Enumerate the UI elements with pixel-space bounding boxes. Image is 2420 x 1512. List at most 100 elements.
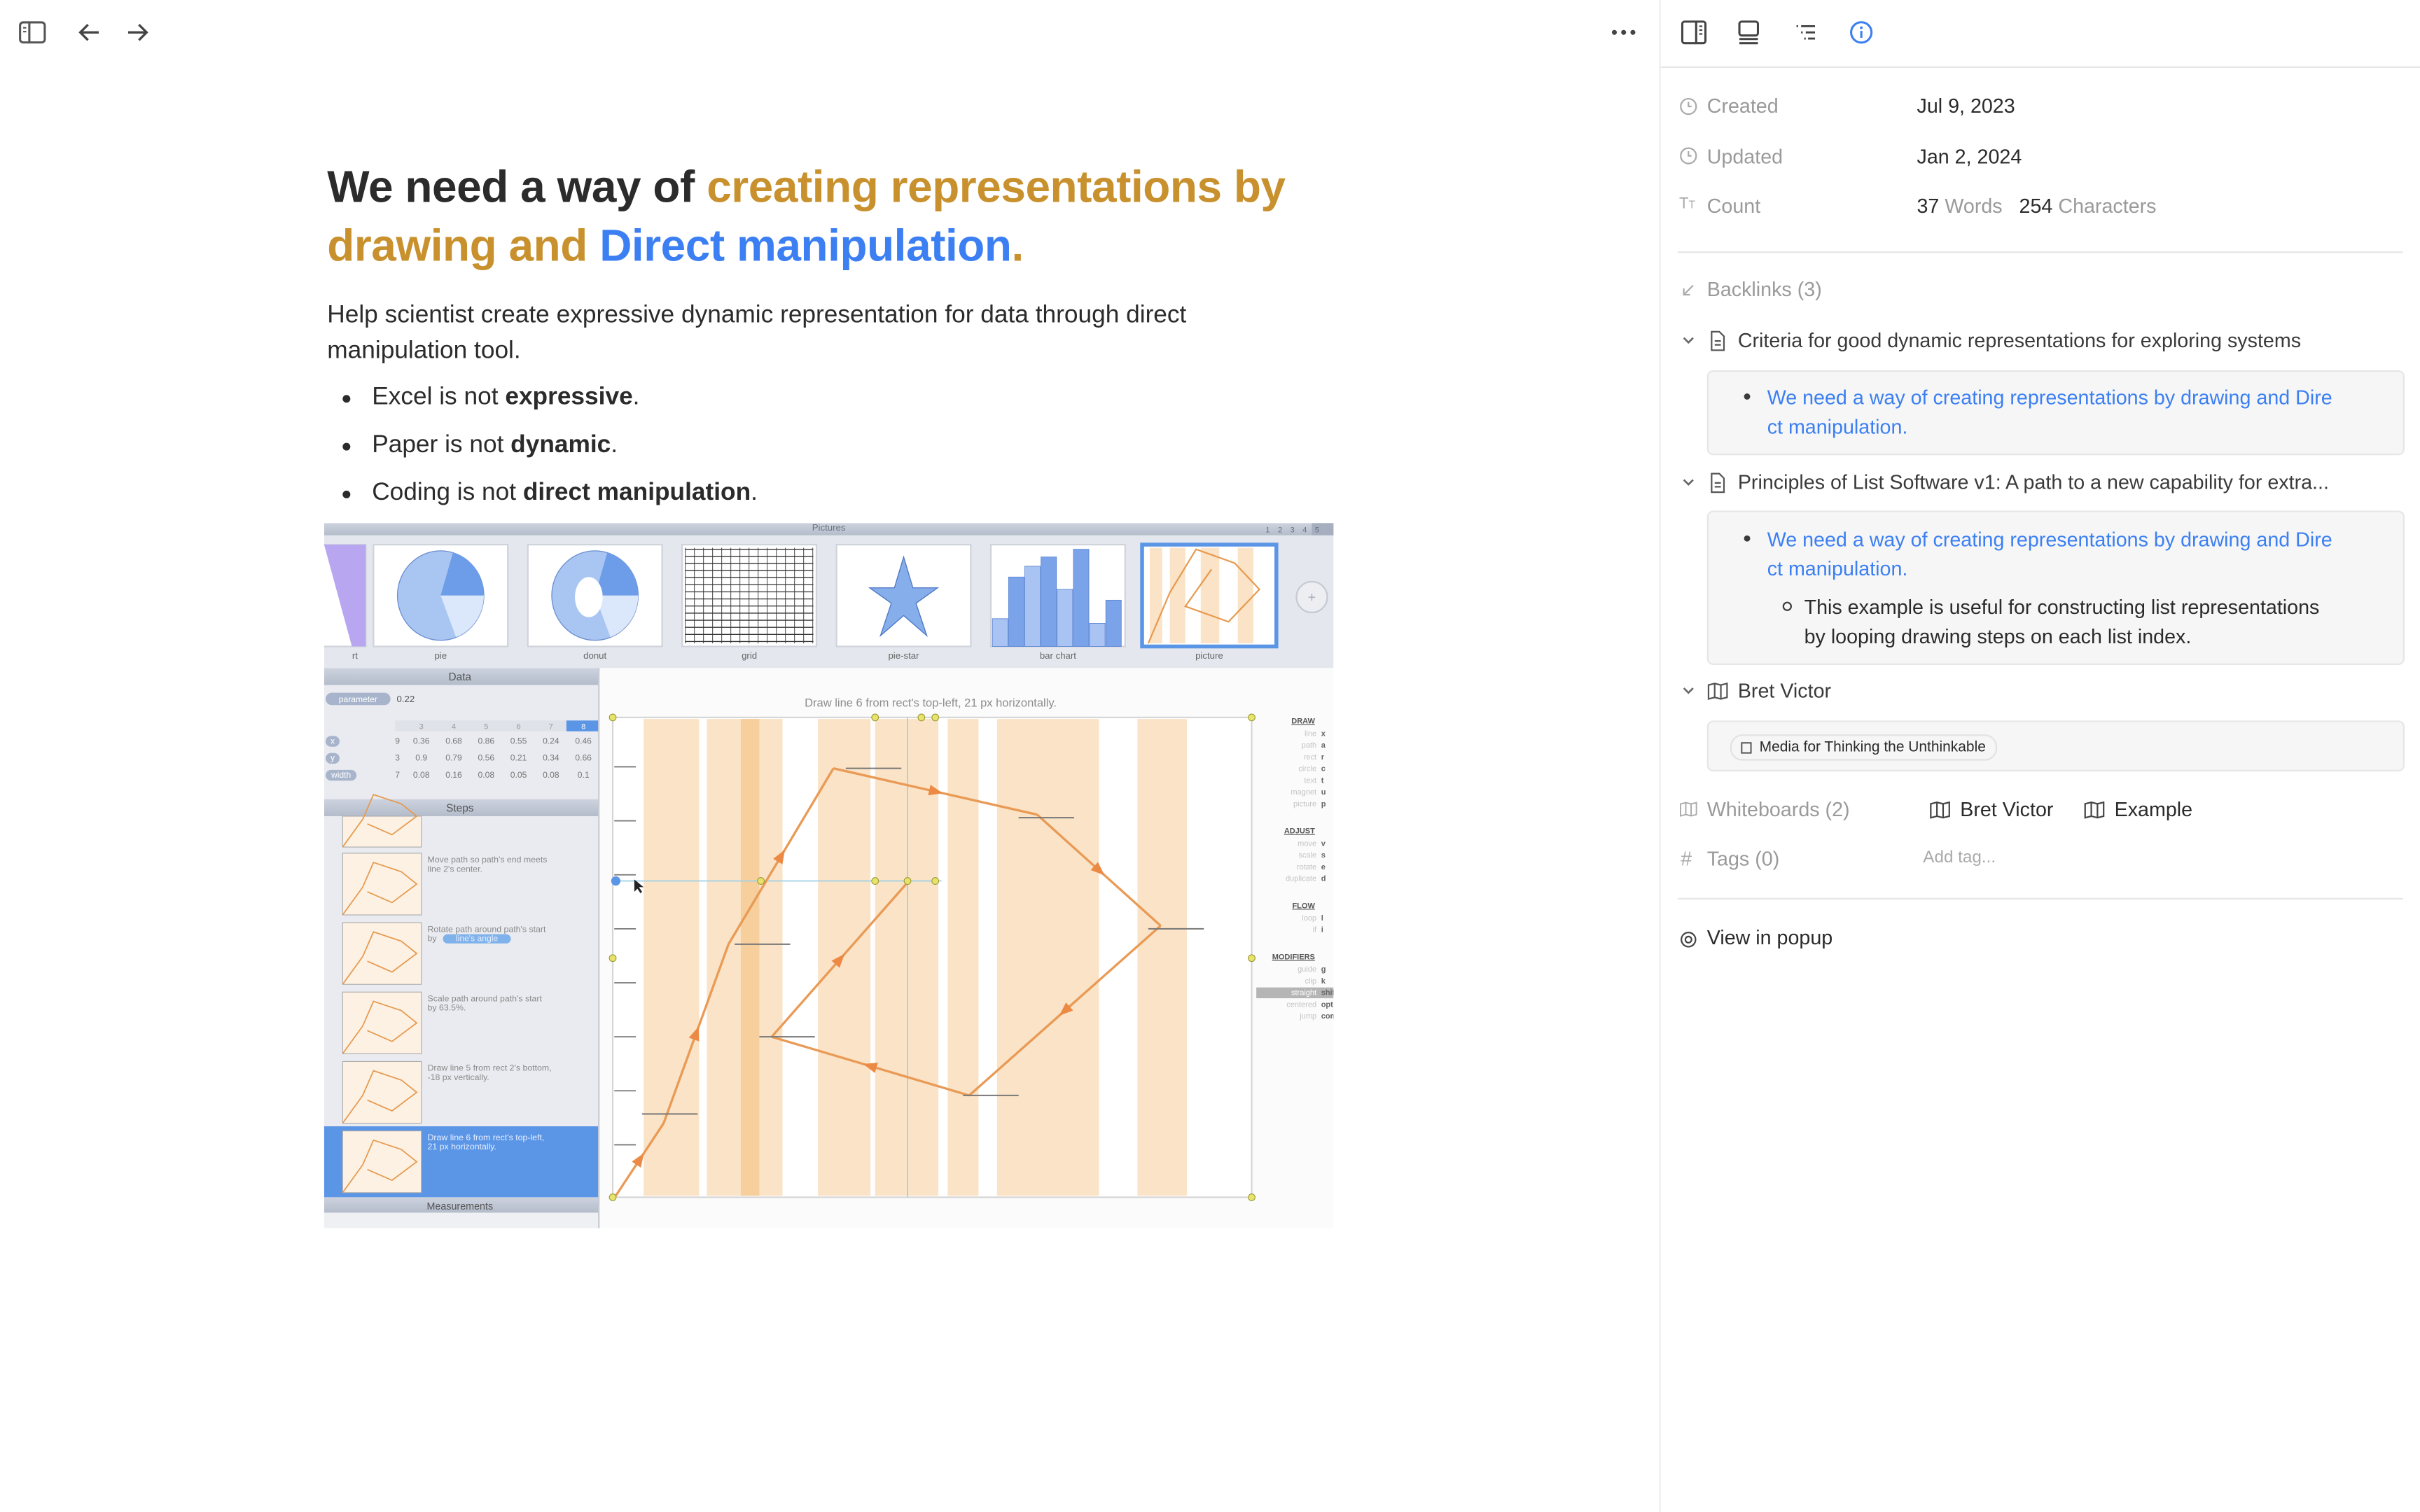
embedded-screenshot-image[interactable]: Pictures 12345 rt pie donut grid pie-star bar… [230, 522, 1358, 1228]
thumbnail-bar-chart[interactable] [989, 543, 1126, 648]
table-cell: 0.24 [543, 736, 559, 746]
chevron-down-icon[interactable] [1681, 685, 1696, 698]
table-cell: 0.55 [510, 736, 527, 746]
table-cell: 0.08 [543, 770, 559, 780]
stripe [644, 719, 700, 1196]
description-paragraph: Help scientist create expressive dynamic… [327, 302, 1187, 365]
shortcut-action: move [1298, 839, 1316, 848]
table-cell: 0.36 [413, 736, 430, 746]
sidebar-toggle-icon[interactable] [17, 17, 48, 48]
layout-bottom-icon[interactable] [1733, 17, 1764, 48]
divider [1677, 251, 2403, 253]
table-column-header: 8 [581, 722, 585, 731]
created-label: Created [1706, 94, 1779, 118]
shortcut-action: guide [1298, 965, 1316, 974]
backlink-title[interactable]: Principles of List Software v1: A path t… [1738, 470, 2329, 493]
shortcut-key: r [1321, 753, 1325, 762]
thumbnail-pie[interactable] [373, 543, 509, 648]
tags-label: Tags (0) [1706, 847, 1780, 871]
shortcut-key: e [1321, 863, 1326, 872]
handle-dot[interactable] [931, 877, 940, 885]
table-column-header: 4 [452, 722, 456, 731]
shortcut-action: picture [1293, 800, 1316, 808]
info-icon[interactable] [1846, 17, 1877, 48]
stripe [1169, 547, 1185, 644]
thumbnail-donut[interactable] [527, 543, 663, 648]
handle-dot[interactable] [1248, 1193, 1256, 1201]
whiteboard-link-bret-victor[interactable]: Bret Victor [1929, 798, 2053, 821]
step-text: Draw line 5 from rect 2's bottom, [428, 1063, 552, 1073]
view-in-popup-button[interactable]: View in popup [1679, 925, 1833, 949]
shortcut-action: clip [1305, 977, 1317, 986]
step-thumbnail [342, 1060, 422, 1124]
plus-icon: + [1308, 590, 1316, 606]
bullet-item: Paper is not dynamic. [342, 429, 618, 463]
handle-dot[interactable] [757, 877, 765, 885]
thumbnail-rt[interactable] [230, 543, 367, 648]
more-options-icon[interactable] [1608, 17, 1639, 48]
handle-dot[interactable] [871, 877, 879, 885]
thumbnail-label: pie [434, 650, 447, 661]
title-highlight-blue: Direct manipulation [599, 222, 1012, 272]
handle-dot[interactable] [903, 877, 912, 885]
table-cell: 0.08 [478, 770, 495, 780]
table-cell: 0.46 [575, 736, 592, 746]
whiteboard-map-icon [1930, 801, 1950, 819]
bullet-bold: expressive [505, 384, 633, 411]
page-reference-chip[interactable]: Media for Thinking the Unthinkable [1730, 734, 1997, 761]
backlink-title[interactable]: Criteria for good dynamic representation… [1738, 328, 2301, 351]
shortcut-action: circle [1298, 765, 1316, 774]
handle-dot[interactable] [871, 713, 879, 722]
backlink-reference-link[interactable]: We need a way of creating representation… [1744, 383, 2370, 442]
updated-value: Jan 2, 2024 [1917, 145, 2022, 169]
updated-label: Updated [1706, 145, 1783, 169]
handle-dot[interactable] [917, 713, 926, 722]
chevron-down-icon[interactable] [1681, 477, 1696, 489]
backlink-reference-link[interactable]: We need a way of creating representation… [1744, 524, 2370, 583]
shortcut-key: u [1321, 788, 1326, 797]
backlink-title[interactable]: Bret Victor [1738, 679, 1831, 702]
shortcut-action: loop [1302, 914, 1316, 923]
step-text: Scale path around path's start [428, 993, 543, 1003]
add-tag-input[interactable]: Add tag... [1923, 848, 1996, 867]
step-text: -18 px vertically. [428, 1072, 489, 1082]
back-arrow-icon[interactable] [74, 17, 105, 48]
canvas-caption: Draw line 6 from rect's top-left, 21 px … [805, 696, 1057, 709]
bar [1089, 623, 1106, 647]
bullet-item: Excel is not expressive. [342, 381, 639, 414]
handle-dot[interactable] [1248, 713, 1256, 722]
chevron-down-icon[interactable] [1681, 335, 1696, 347]
handle-dot[interactable] [609, 713, 617, 722]
view-in-popup-label: View in popup [1706, 925, 1833, 949]
thumbnail-grid[interactable] [681, 543, 818, 648]
step-text: Move path so path's end meets [428, 855, 548, 864]
handle-dot[interactable] [609, 954, 617, 962]
backlink-context-box: We need a way of creating representation… [1706, 370, 2405, 456]
thumbnail-label: rt [352, 650, 358, 661]
app-window: We need a way of creating representation… [0, 0, 2420, 1512]
thumbnail-picture[interactable] [1140, 542, 1279, 649]
bullet-end: . [751, 479, 758, 506]
table-cell: 0.68 [445, 736, 462, 746]
stripe [1137, 719, 1187, 1196]
handle-dot[interactable] [931, 713, 940, 722]
page-number: 4 [1302, 526, 1307, 534]
hash-icon: # [1681, 847, 1692, 871]
step-text: by [428, 934, 438, 944]
shortcut-action: path [1302, 741, 1316, 750]
table-cell: 0.08 [413, 770, 430, 780]
chars-label: Characters [2058, 194, 2157, 218]
thumbnail-pie-star[interactable] [835, 543, 972, 648]
handle-dot[interactable] [609, 1193, 617, 1201]
shortcut-key: a [1321, 741, 1326, 750]
shortcut-action: text [1304, 776, 1316, 785]
outline-icon[interactable] [1790, 17, 1821, 48]
backlink-context-box: We need a way of creating representation… [1706, 510, 2405, 665]
thumbnail-label: grid [742, 650, 757, 661]
stripe [1150, 547, 1162, 644]
handle-dot[interactable] [1248, 954, 1256, 962]
whiteboard-link-example[interactable]: Example [2084, 798, 2192, 821]
selected-handle[interactable] [611, 876, 621, 886]
split-view-icon[interactable] [1678, 17, 1709, 48]
forward-arrow-icon[interactable] [122, 17, 153, 48]
